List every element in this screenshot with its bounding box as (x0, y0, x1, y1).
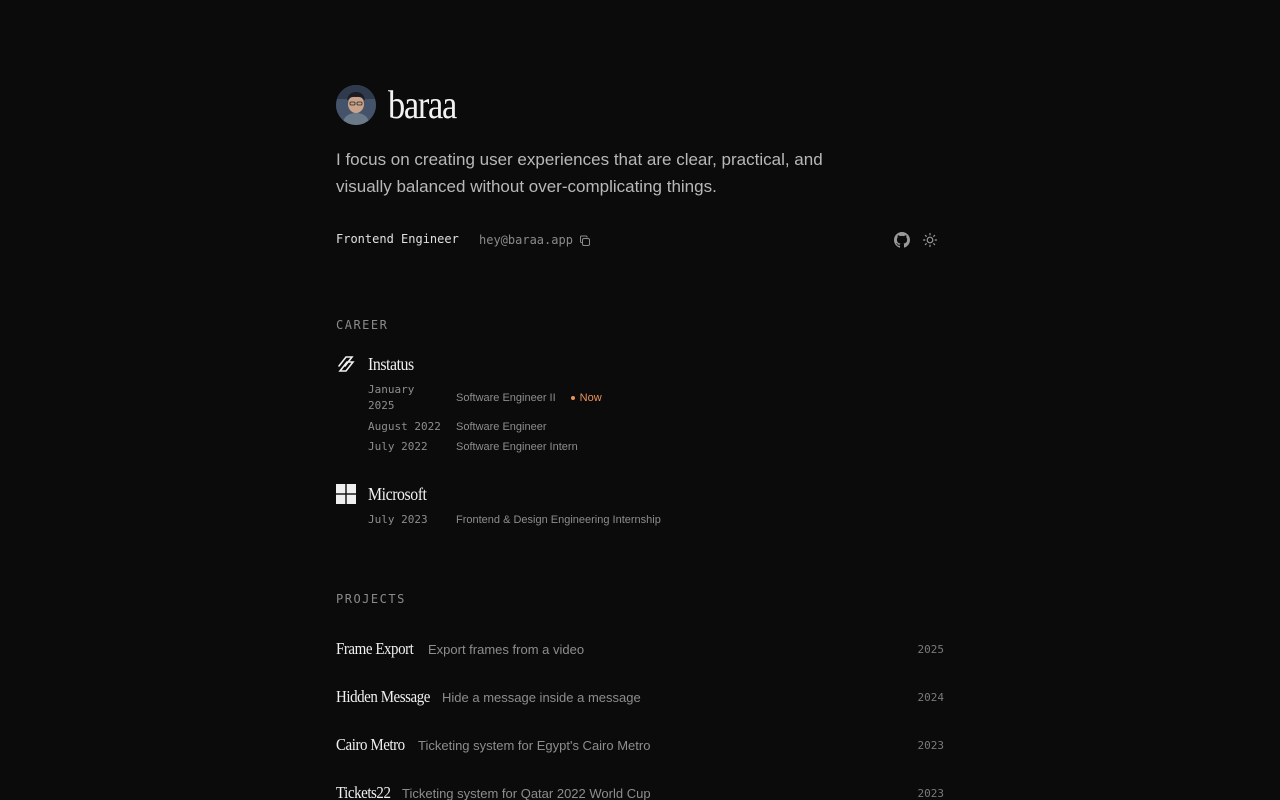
copy-icon (579, 234, 591, 246)
email-copy-button[interactable]: hey@baraa.app (479, 230, 591, 250)
project-item-frame-export[interactable]: Frame Export Export frames from a video … (336, 637, 944, 661)
project-year: 2023 (917, 787, 945, 800)
profile-header: baraa (336, 85, 467, 125)
job-role: Frontend Engineer (336, 232, 459, 246)
project-name: Cairo Metro (336, 735, 405, 754)
project-description: Ticketing system for Qatar 2022 World Cu… (402, 786, 651, 800)
company-name: Instatus (368, 353, 414, 374)
project-name: Frame Export (336, 639, 414, 658)
project-item-hidden-message[interactable]: Hidden Message Hide a message inside a m… (336, 685, 944, 709)
company-microsoft: Microsoft July 2023 Frontend & Design En… (336, 484, 944, 528)
project-name: Tickets22 (336, 783, 391, 800)
project-year: 2025 (917, 643, 945, 656)
project-year: 2023 (917, 739, 945, 752)
project-description: Ticketing system for Egypt's Cairo Metro (418, 738, 651, 753)
role-title: Frontend & Design Engineering Internship (456, 514, 661, 526)
project-item-tickets22[interactable]: Tickets22 Ticketing system for Qatar 202… (336, 781, 944, 800)
role-title: Software Engineer II (456, 392, 556, 404)
microsoft-logo-icon (336, 484, 356, 504)
projects-heading: PROJECTS (336, 592, 406, 606)
sun-icon[interactable] (922, 232, 938, 248)
role-date: August 2022 (368, 420, 441, 433)
company-header: Microsoft (336, 484, 944, 504)
project-description: Hide a message inside a message (442, 690, 641, 705)
status-dot-icon (570, 396, 575, 400)
github-icon[interactable] (894, 232, 910, 248)
company-instatus: Instatus January 2025 Software Engineer … (336, 354, 944, 454)
instatus-logo-icon (336, 354, 356, 374)
email-text: hey@baraa.app (479, 233, 573, 247)
profile-meta: Frontend Engineer hey@baraa.app (336, 230, 944, 250)
now-badge: Now (570, 392, 602, 404)
project-year: 2024 (917, 691, 945, 704)
role-entry: July 2023 Frontend & Design Engineering … (368, 512, 661, 528)
role-entry: August 2022 Software Engineer (368, 419, 547, 435)
role-date: July 2023 (368, 513, 428, 526)
profile-tagline: I focus on creating user experiences tha… (336, 150, 823, 196)
project-description: Export frames from a video (428, 642, 585, 657)
role-entry: July 2022 Software Engineer Intern (368, 439, 578, 455)
role-entry: January 2025 Software Engineer II Now (368, 382, 602, 414)
avatar (336, 85, 376, 125)
role-date: July 2022 (368, 440, 428, 453)
project-name: Hidden Message (336, 687, 430, 706)
role-title: Software Engineer (456, 421, 547, 433)
role-date: January 2025 (368, 383, 415, 412)
company-header: Instatus (336, 354, 944, 374)
profile-name: baraa (388, 82, 457, 127)
project-item-cairo-metro[interactable]: Cairo Metro Ticketing system for Egypt's… (336, 733, 944, 757)
career-heading: CAREER (336, 318, 389, 332)
company-name: Microsoft (368, 483, 427, 504)
role-title: Software Engineer Intern (456, 441, 578, 453)
